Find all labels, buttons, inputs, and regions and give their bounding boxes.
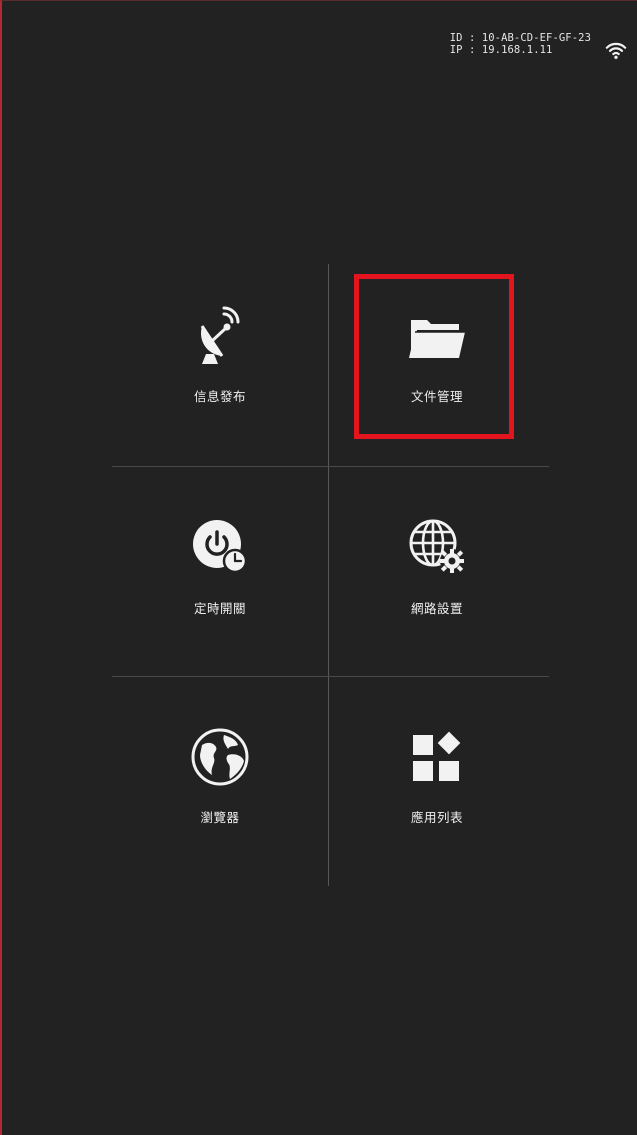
menu-tile-label: 信息發布 <box>193 389 246 404</box>
menu-tile-label: 定時開關 <box>193 601 246 616</box>
menu-tile-label: 文件管理 <box>410 389 463 404</box>
app-menu-grid: 信息發布 文件管理 定時開關 網路設置 瀏覽器 應用列表 <box>112 264 549 886</box>
menu-tile-info-publish[interactable]: 信息發布 <box>112 264 328 466</box>
device-ip-text: IP : 19.168.1.11 <box>449 44 553 56</box>
menu-tile-label: 瀏覽器 <box>200 810 240 825</box>
menu-tile-browser[interactable]: 瀏覽器 <box>112 677 328 879</box>
menu-tile-label: 應用列表 <box>410 810 463 825</box>
menu-tile-timer-switch[interactable]: 定時開關 <box>112 467 328 669</box>
menu-tile-file-manager[interactable]: 文件管理 <box>329 264 545 466</box>
globe-settings-icon <box>409 519 464 573</box>
menu-tile-app-list[interactable]: 應用列表 <box>329 677 545 879</box>
folder-icon <box>409 320 465 358</box>
power-timer-icon <box>193 520 248 574</box>
menu-tile-network-settings[interactable]: 網路設置 <box>329 467 545 669</box>
device-id-text: ID : 10-AB-CD-EF-GF-23 <box>449 32 591 44</box>
menu-tile-label: 網路設置 <box>410 601 463 616</box>
wifi-icon[interactable] <box>605 39 627 61</box>
app-grid-icon <box>413 731 461 781</box>
satellite-dish-icon <box>200 306 240 364</box>
home-screen: ID : 10-AB-CD-EF-GF-23 IP : 19.168.1.11 <box>0 0 637 1135</box>
device-info: ID : 10-AB-CD-EF-GF-23 IP : 19.168.1.11 <box>450 32 591 56</box>
earth-icon <box>191 728 249 786</box>
